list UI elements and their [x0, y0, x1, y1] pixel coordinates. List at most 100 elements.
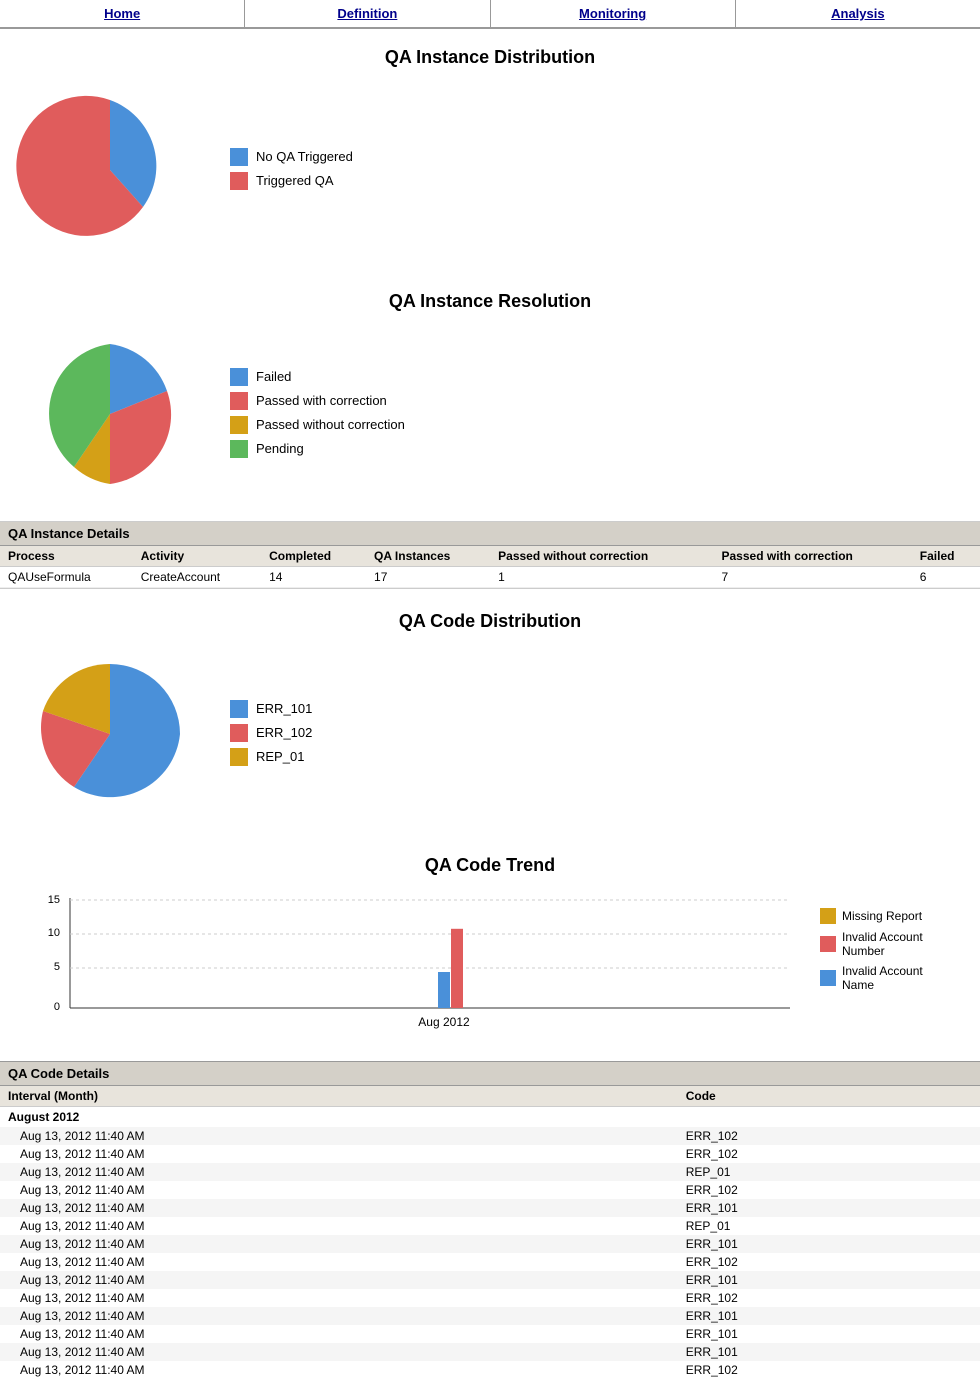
col-passed-without: Passed without correction — [490, 546, 713, 567]
cell-date: Aug 13, 2012 11:40 AM — [0, 1361, 678, 1379]
col-instances: QA Instances — [366, 546, 490, 567]
cell-date: Aug 13, 2012 11:40 AM — [0, 1181, 678, 1199]
qa-instance-resolution-section: QA Instance Resolution Failed Passed wit… — [0, 273, 980, 517]
cell-date: Aug 13, 2012 11:40 AM — [0, 1307, 678, 1325]
nav-home[interactable]: Home — [0, 0, 245, 27]
cell-code: ERR_102 — [678, 1181, 980, 1199]
col-interval: Interval (Month) — [0, 1086, 678, 1107]
cell-failed: 6 — [912, 567, 980, 588]
legend-no-qa-box — [230, 148, 248, 166]
legend-pending: Pending — [230, 440, 405, 458]
cell-activity: CreateAccount — [133, 567, 261, 588]
legend-rep01-label: REP_01 — [256, 749, 304, 764]
trend-legend-invalid-account-name-box — [820, 970, 836, 986]
cell-process: QAUseFormula — [0, 567, 133, 588]
trend-legend-invalid-account-name-label: Invalid Account Name — [842, 964, 950, 992]
list-item: Aug 13, 2012 11:40 AM REP_01 — [0, 1217, 980, 1235]
list-item: Aug 13, 2012 11:40 AM ERR_101 — [0, 1307, 980, 1325]
legend-no-qa-label: No QA Triggered — [256, 149, 353, 164]
cell-code: ERR_101 — [678, 1271, 980, 1289]
qa-instance-distribution-section: QA Instance Distribution No QA Triggered… — [0, 29, 980, 273]
qa-code-trend-title: QA Code Trend — [0, 837, 980, 888]
cell-code: ERR_101 — [678, 1325, 980, 1343]
nav-analysis[interactable]: Analysis — [736, 0, 980, 27]
qa-code-details-table: Interval (Month) Code August 2012 Aug 13… — [0, 1086, 980, 1379]
qa-code-distribution-legend: ERR_101 ERR_102 REP_01 — [230, 700, 312, 772]
cell-date: Aug 13, 2012 11:40 AM — [0, 1127, 678, 1145]
svg-text:0: 0 — [54, 1001, 60, 1013]
cell-date: Aug 13, 2012 11:40 AM — [0, 1253, 678, 1271]
legend-err101-label: ERR_101 — [256, 701, 312, 716]
cell-instances: 17 — [366, 567, 490, 588]
list-item: Aug 13, 2012 11:40 AM ERR_102 — [0, 1145, 980, 1163]
cell-passed-without: 1 — [490, 567, 713, 588]
qa-code-trend-chart-wrapper: 15 10 5 0 — [30, 898, 950, 1031]
legend-passed-with-label: Passed with correction — [256, 393, 387, 408]
legend-pending-label: Pending — [256, 441, 304, 456]
legend-rep01-box — [230, 748, 248, 766]
cell-completed: 14 — [261, 567, 366, 588]
legend-triggered-qa-label: Triggered QA — [256, 173, 334, 188]
qa-instance-details-header: QA Instance Details — [0, 522, 980, 546]
qa-instance-distribution-chart-area: No QA Triggered Triggered QA — [0, 80, 980, 273]
list-item: Aug 13, 2012 11:40 AM ERR_102 — [0, 1253, 980, 1271]
qa-code-trend-chart: 15 10 5 0 — [30, 898, 790, 1031]
cell-date: Aug 13, 2012 11:40 AM — [0, 1145, 678, 1163]
list-item: Aug 13, 2012 11:40 AM ERR_101 — [0, 1325, 980, 1343]
cell-date: Aug 13, 2012 11:40 AM — [0, 1325, 678, 1343]
list-item: Aug 13, 2012 11:40 AM ERR_101 — [0, 1271, 980, 1289]
col-passed-with: Passed with correction — [714, 546, 912, 567]
legend-passed-without-box — [230, 416, 248, 434]
cell-code: REP_01 — [678, 1163, 980, 1181]
legend-no-qa: No QA Triggered — [230, 148, 353, 166]
legend-passed-without-label: Passed without correction — [256, 417, 405, 432]
trend-legend-missing-report-box — [820, 908, 836, 924]
trend-legend-missing-report-label: Missing Report — [842, 909, 922, 923]
qa-instance-distribution-legend: No QA Triggered Triggered QA — [230, 148, 353, 196]
qa-code-distribution-title: QA Code Distribution — [0, 593, 980, 644]
qa-code-trend-section: QA Code Trend 15 10 5 0 — [0, 837, 980, 1051]
legend-pending-box — [230, 440, 248, 458]
trend-legend-invalid-account-number-box — [820, 936, 836, 952]
cell-code: ERR_102 — [678, 1361, 980, 1379]
nav-monitoring[interactable]: Monitoring — [491, 0, 736, 27]
legend-triggered-qa-box — [230, 172, 248, 190]
list-item: Aug 13, 2012 11:40 AM ERR_101 — [0, 1199, 980, 1217]
cell-date: Aug 13, 2012 11:40 AM — [0, 1271, 678, 1289]
list-item: Aug 13, 2012 11:40 AM ERR_102 — [0, 1361, 980, 1379]
qa-instance-resolution-chart-area: Failed Passed with correction Passed wit… — [0, 324, 980, 517]
cell-code: ERR_102 — [678, 1289, 980, 1307]
legend-triggered-qa: Triggered QA — [230, 172, 353, 190]
qa-instance-resolution-title: QA Instance Resolution — [0, 273, 980, 324]
list-item: Aug 13, 2012 11:40 AM ERR_101 — [0, 1235, 980, 1253]
svg-text:10: 10 — [48, 927, 60, 939]
legend-passed-with-box — [230, 392, 248, 410]
cell-passed-with: 7 — [714, 567, 912, 588]
legend-err102-box — [230, 724, 248, 742]
trend-legend-missing-report: Missing Report — [820, 908, 950, 924]
qa-instance-details-section: QA Instance Details Process Activity Com… — [0, 521, 980, 589]
nav-definition[interactable]: Definition — [245, 0, 490, 27]
cell-code: ERR_101 — [678, 1343, 980, 1361]
col-activity: Activity — [133, 546, 261, 567]
trend-legend-invalid-account-number-label: Invalid Account Number — [842, 930, 950, 958]
qa-instance-distribution-title: QA Instance Distribution — [0, 29, 980, 80]
qa-instance-distribution-pie — [30, 90, 210, 253]
cell-date: Aug 13, 2012 11:40 AM — [0, 1217, 678, 1235]
svg-text:15: 15 — [48, 894, 60, 906]
qa-instance-resolution-pie — [30, 334, 210, 497]
qa-code-details-header: QA Code Details — [0, 1061, 980, 1086]
col-failed: Failed — [912, 546, 980, 567]
list-item: Aug 13, 2012 11:40 AM ERR_102 — [0, 1289, 980, 1307]
qa-code-distribution-chart-area: ERR_101 ERR_102 REP_01 — [0, 644, 980, 837]
qa-code-distribution-pie — [30, 654, 210, 817]
legend-rep01: REP_01 — [230, 748, 312, 766]
legend-failed-label: Failed — [256, 369, 291, 384]
col-process: Process — [0, 546, 133, 567]
cell-date: Aug 13, 2012 11:40 AM — [0, 1235, 678, 1253]
svg-text:5: 5 — [54, 961, 60, 973]
cell-code: ERR_102 — [678, 1127, 980, 1145]
legend-err102-label: ERR_102 — [256, 725, 312, 740]
cell-date: Aug 13, 2012 11:40 AM — [0, 1343, 678, 1361]
cell-code: ERR_101 — [678, 1235, 980, 1253]
